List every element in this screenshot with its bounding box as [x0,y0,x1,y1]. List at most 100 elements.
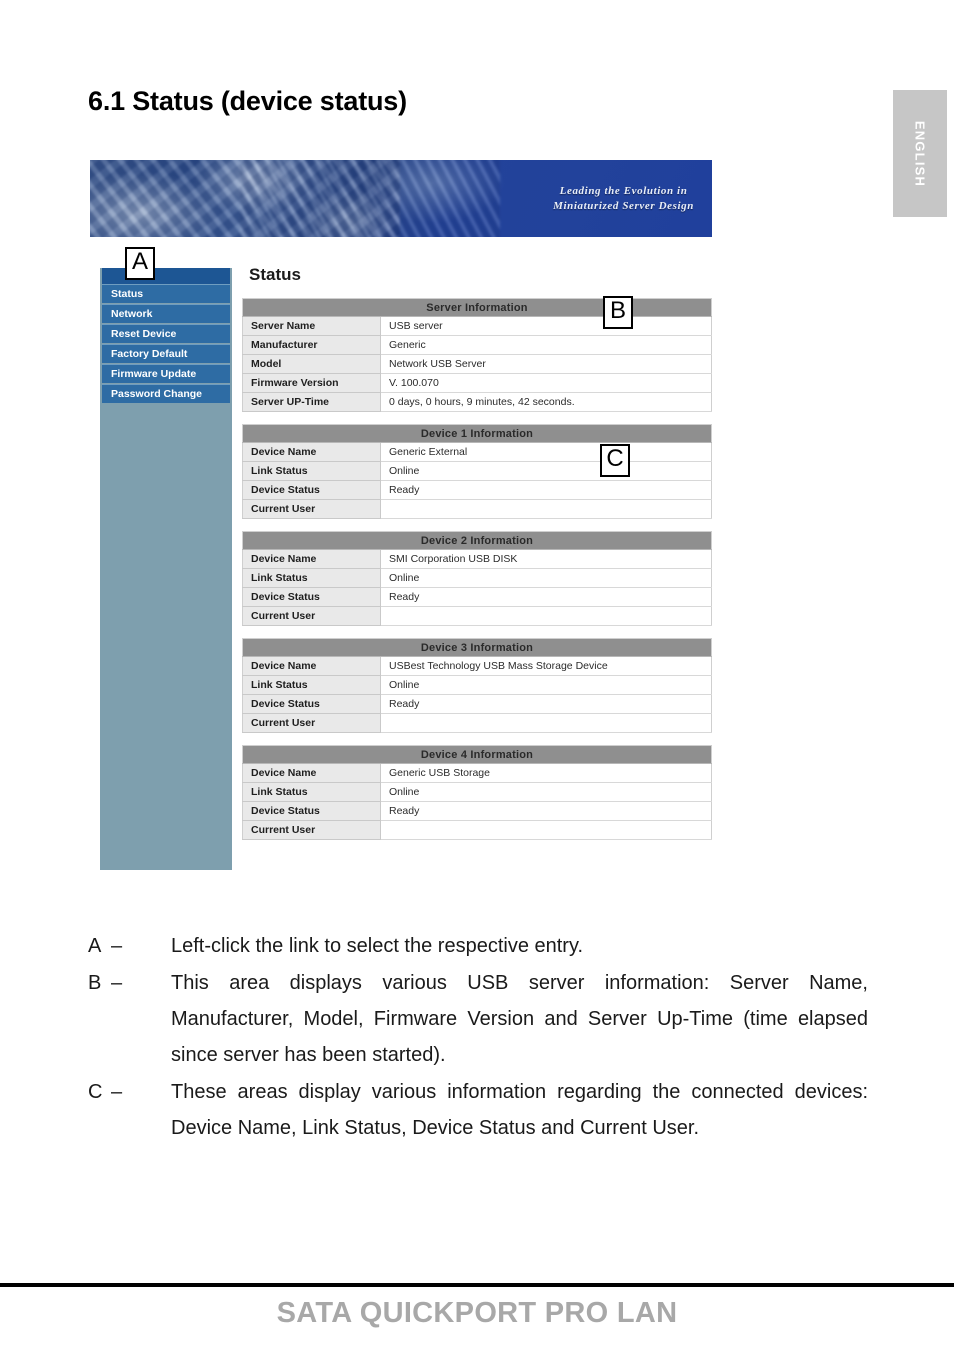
row-label: Current User [242,606,381,626]
table-row: Link Status Online [242,461,712,481]
embedded-screenshot: Leading the Evolution in Miniaturized Se… [90,160,722,870]
sidebar-nav: Status Network Reset Device Factory Defa… [100,268,232,870]
table-row: Link Status Online [242,568,712,588]
content-pane: Status Server Information Server Name US… [242,265,722,852]
row-value: Ready [380,587,712,607]
content-heading: Status [249,265,301,284]
sidebar-item-firmware-update[interactable]: Firmware Update [102,364,230,383]
server-information-table: Server Information Server Name USB serve… [242,298,712,412]
page-title: 6.1 Status (device status) [88,86,407,116]
legend-letter: B [88,972,102,994]
table-header-row: Server Information [242,298,712,317]
row-value: Ready [380,801,712,821]
table-row: Current User [242,713,712,733]
sidebar-item-status[interactable]: Status [102,284,230,303]
sidebar-item-network[interactable]: Network [102,304,230,323]
row-value: Generic [380,335,712,355]
table-header-row: Device 3 Information [242,638,712,657]
table-row: Manufacturer Generic [242,335,712,355]
sidebar-item-factory-default[interactable]: Factory Default [102,344,230,363]
table-header-row: Device 2 Information [242,531,712,550]
table-header-label: Device 1 Information [242,424,712,443]
table-header-label: Server Information [242,298,712,317]
row-label: Manufacturer [242,335,381,355]
legend-dash: – [111,935,123,957]
table-header-row: Device 1 Information [242,424,712,443]
row-value: Online [380,568,712,588]
row-value: Ready [380,694,712,714]
legend-text: This area displays various USB server in… [171,972,868,1066]
table-row: Current User [242,820,712,840]
sidebar-item-label: Reset Device [111,328,177,340]
row-label: Server UP-Time [242,392,381,412]
table-row: Model Network USB Server [242,354,712,374]
row-value: USBest Technology USB Mass Storage Devic… [380,656,712,676]
sidebar-item-label: Factory Default [111,348,188,360]
callout-legend: A – Left-click the link to select the re… [88,928,868,1147]
row-value: Ready [380,480,712,500]
row-value [380,606,712,626]
row-value [380,499,712,519]
row-label: Current User [242,499,381,519]
device-3-information-table: Device 3 Information Device Name USBest … [242,638,712,733]
table-row: Link Status Online [242,675,712,695]
row-value [380,820,712,840]
sidebar-item-label: Network [111,308,153,320]
device-1-information-table: Device 1 Information Device Name Generic… [242,424,712,519]
legend-item-a: A – Left-click the link to select the re… [88,928,868,964]
row-label: Link Status [242,461,381,481]
row-label: Link Status [242,675,381,695]
row-label: Device Name [242,442,381,462]
footer-product-title: SATA QUICKPORT PRO LAN [276,1297,678,1329]
row-value: Generic USB Storage [380,763,712,783]
callout-marker-c: C [600,444,630,477]
device-2-information-table: Device 2 Information Device Name SMI Cor… [242,531,712,626]
table-row: Device Name USBest Technology USB Mass S… [242,656,712,676]
table-header-row: Device 4 Information [242,745,712,764]
row-value [380,713,712,733]
row-value: Online [380,675,712,695]
row-value: Generic External [380,442,712,462]
row-label: Current User [242,820,381,840]
legend-dash: – [111,972,123,994]
language-tab-label: ENGLISH [912,120,928,187]
callout-marker-a: A [125,247,155,280]
row-label: Model [242,354,381,374]
row-value: Online [380,461,712,481]
table-row: Device Name Generic USB Storage [242,763,712,783]
legend-text: These areas display various information … [171,1081,868,1139]
row-label: Device Name [242,549,381,569]
row-label: Device Name [242,763,381,783]
table-header-label: Device 3 Information [242,638,712,657]
table-row: Device Status Ready [242,694,712,714]
table-row: Firmware Version V. 100.070 [242,373,712,393]
table-row: Server UP-Time 0 days, 0 hours, 9 minute… [242,392,712,412]
banner-tagline-line2: Miniaturized Server Design [553,200,694,212]
sidebar-item-list: Status Network Reset Device Factory Defa… [100,284,232,403]
web-ui-banner: Leading the Evolution in Miniaturized Se… [90,160,712,237]
legend-letter: A [88,935,102,957]
sidebar-item-label: Firmware Update [111,368,197,380]
row-value: V. 100.070 [380,373,712,393]
callout-marker-b: B [603,296,633,329]
row-label: Device Status [242,801,381,821]
row-value: Online [380,782,712,802]
device-4-information-table: Device 4 Information Device Name Generic… [242,745,712,840]
table-row: Device Status Ready [242,587,712,607]
language-tab-english: ENGLISH [893,90,947,217]
row-label: Device Status [242,694,381,714]
table-row: Current User [242,499,712,519]
row-label: Current User [242,713,381,733]
sidebar-item-label: Password Change [111,388,203,400]
legend-text: Left-click the link to select the respec… [171,935,584,957]
row-value: SMI Corporation USB DISK [380,549,712,569]
table-row: Server Name USB server [242,316,712,336]
legend-item-c: C – These areas display various informat… [88,1074,868,1146]
sidebar-item-reset-device[interactable]: Reset Device [102,324,230,343]
sidebar-item-password-change[interactable]: Password Change [102,384,230,403]
table-header-label: Device 2 Information [242,531,712,550]
table-row: Current User [242,606,712,626]
sidebar-header-bar [102,268,230,284]
row-label: Firmware Version [242,373,381,393]
table-row: Device Name SMI Corporation USB DISK [242,549,712,569]
